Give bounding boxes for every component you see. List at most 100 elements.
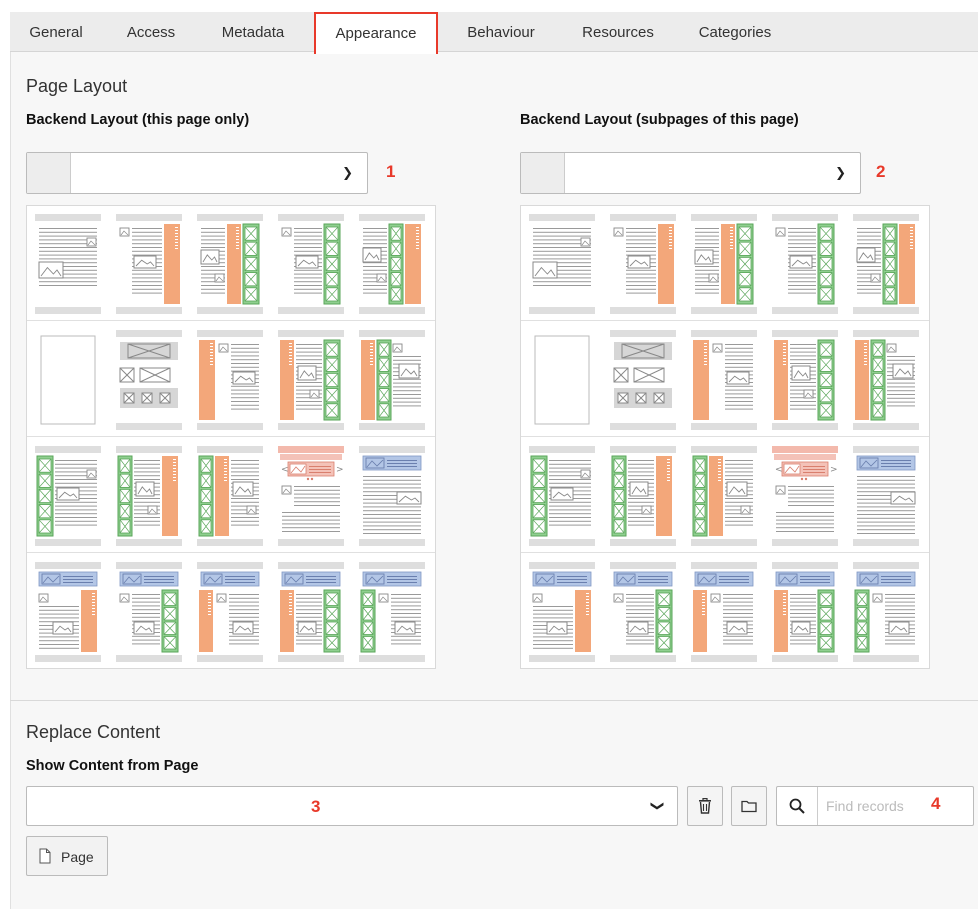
layout-option-left-boxes-text-right-sidebar[interactable] <box>116 446 182 546</box>
layout-option-text-with-double-right-column[interactable] <box>853 214 919 314</box>
backend-layout-select[interactable]: ❯ <box>26 152 368 194</box>
svg-text:<: < <box>775 465 783 475</box>
tab-categories[interactable]: Categories <box>680 12 790 52</box>
carousel-slider-layout-icon: < > <box>278 446 344 546</box>
banner-left-boxes-text-icon <box>359 562 425 662</box>
layout-option-empty-layout[interactable] <box>529 330 595 430</box>
text-with-double-right-column-icon <box>359 214 425 314</box>
layout-option-text-with-right-sidebar[interactable] <box>116 214 182 314</box>
layout-preview-swatch <box>27 153 71 193</box>
layout-option-text-with-right-sidebar[interactable] <box>610 214 676 314</box>
layout-option-banner-left-boxes-text[interactable] <box>359 562 425 662</box>
layout-option-left-boxes-with-text[interactable] <box>35 446 101 546</box>
layout-option-carousel-slider-layout[interactable]: < > <box>278 446 344 546</box>
layout-option-left-boxes-with-text[interactable] <box>529 446 595 546</box>
chevron-down-icon: ❯ <box>650 800 666 812</box>
layout-option-banner-sidebar-text-boxes[interactable] <box>772 562 838 662</box>
layout-option-full-width-text-image[interactable] <box>529 214 595 314</box>
banner-with-text-icon <box>359 446 425 546</box>
tab-metadata[interactable]: Metadata <box>200 12 306 52</box>
layout-option-left-boxes-sidebar-text[interactable] <box>691 446 757 546</box>
banner-text-right-sidebar-icon <box>529 562 595 662</box>
layout-option-text-with-right-box-column[interactable] <box>278 214 344 314</box>
layout-option-banner-left-sidebar-text[interactable] <box>691 562 757 662</box>
chevron-down-icon: ❯ <box>342 165 353 180</box>
layout-thumbnail-grid-subpages: < > <box>520 205 930 669</box>
text-with-right-sidebar-icon <box>116 214 182 314</box>
text-with-right-box-column-icon <box>278 214 344 314</box>
annotation-marker-1: 1 <box>386 162 396 181</box>
show-content-from-page-select[interactable]: ❯ <box>26 786 678 826</box>
layout-option-left-sidebar-with-text[interactable] <box>691 330 757 430</box>
page-button[interactable]: Page <box>26 836 108 876</box>
layout-option-left-sidebar-with-text[interactable] <box>197 330 263 430</box>
full-width-text-image-icon <box>529 214 595 314</box>
layout-option-text-with-right-box-column[interactable] <box>772 214 838 314</box>
layout-thumbnail-row <box>521 206 929 321</box>
label-show-content-from-page: Show Content from Page <box>26 758 199 774</box>
page-icon <box>39 848 51 864</box>
section-title-replace-content: Replace Content <box>26 722 161 742</box>
find-records-group <box>776 786 974 826</box>
left-boxes-text-right-sidebar-icon <box>610 446 676 546</box>
folder-icon <box>741 800 757 813</box>
layout-option-text-with-right-sidebar-and-boxes[interactable] <box>691 214 757 314</box>
layout-option-banner-text-right-boxes[interactable] <box>610 562 676 662</box>
left-sidebar-text-right-boxes-icon <box>772 330 838 430</box>
layout-option-banner-text-right-boxes[interactable] <box>116 562 182 662</box>
layout-option-banner-with-text[interactable] <box>359 446 425 546</box>
annotation-marker-2: 2 <box>876 162 886 181</box>
layout-option-empty-layout[interactable] <box>35 330 101 430</box>
layout-thumbnail-row: < > <box>27 438 435 553</box>
layout-thumbnail-row: < > <box>521 438 929 553</box>
label-backend-layout-subpages: Backend Layout (subpages of this page) <box>520 112 799 128</box>
find-records-input[interactable] <box>817 787 972 825</box>
browse-records-button[interactable] <box>731 786 767 826</box>
tab-behaviour[interactable]: Behaviour <box>446 12 556 52</box>
section-divider <box>10 700 978 701</box>
left-boxes-with-text-icon <box>529 446 595 546</box>
layout-option-image-gallery-grid[interactable] <box>116 330 182 430</box>
label-backend-layout-this-page: Backend Layout (this page only) <box>26 112 250 128</box>
layout-thumbnail-row <box>521 322 929 437</box>
annotation-marker-4: 4 <box>931 794 941 813</box>
text-with-double-right-column-icon <box>853 214 919 314</box>
tab-access[interactable]: Access <box>110 12 192 52</box>
backend-layout-subpages-select[interactable]: ❯ <box>520 152 861 194</box>
banner-text-right-sidebar-icon <box>35 562 101 662</box>
tab-appearance[interactable]: Appearance <box>314 12 438 54</box>
layout-option-banner-text-right-sidebar[interactable] <box>35 562 101 662</box>
layout-option-text-with-right-sidebar-and-boxes[interactable] <box>197 214 263 314</box>
layout-option-banner-left-boxes-text[interactable] <box>853 562 919 662</box>
layout-option-left-sidebar-boxes-text[interactable] <box>853 330 919 430</box>
layout-option-left-sidebar-text-right-boxes[interactable] <box>278 330 344 430</box>
layout-option-banner-text-right-sidebar[interactable] <box>529 562 595 662</box>
layout-option-carousel-slider-layout[interactable]: < > <box>772 446 838 546</box>
text-with-right-sidebar-icon <box>610 214 676 314</box>
text-with-right-sidebar-and-boxes-icon <box>197 214 263 314</box>
section-title-page-layout: Page Layout <box>26 76 128 96</box>
page-button-label: Page <box>61 849 94 865</box>
image-gallery-grid-icon <box>116 330 182 430</box>
annotation-marker-3: 3 <box>311 797 321 816</box>
left-sidebar-with-text-icon <box>197 330 263 430</box>
layout-option-left-boxes-text-right-sidebar[interactable] <box>610 446 676 546</box>
tab-resources[interactable]: Resources <box>564 12 672 52</box>
layout-option-image-gallery-grid[interactable] <box>610 330 676 430</box>
carousel-slider-layout-icon: < > <box>772 446 838 546</box>
tab-general[interactable]: General <box>10 12 102 52</box>
layout-thumbnail-row <box>521 554 929 669</box>
delete-button[interactable] <box>687 786 723 826</box>
layout-option-text-with-double-right-column[interactable] <box>359 214 425 314</box>
layout-option-banner-left-sidebar-text[interactable] <box>197 562 263 662</box>
layout-option-left-sidebar-boxes-text[interactable] <box>359 330 425 430</box>
text-with-right-box-column-icon <box>772 214 838 314</box>
left-boxes-sidebar-text-icon <box>197 446 263 546</box>
layout-option-full-width-text-image[interactable] <box>35 214 101 314</box>
left-boxes-text-right-sidebar-icon <box>116 446 182 546</box>
layout-option-banner-sidebar-text-boxes[interactable] <box>278 562 344 662</box>
layout-option-banner-with-text[interactable] <box>853 446 919 546</box>
layout-option-left-sidebar-text-right-boxes[interactable] <box>772 330 838 430</box>
layout-option-left-boxes-sidebar-text[interactable] <box>197 446 263 546</box>
banner-with-text-icon <box>853 446 919 546</box>
